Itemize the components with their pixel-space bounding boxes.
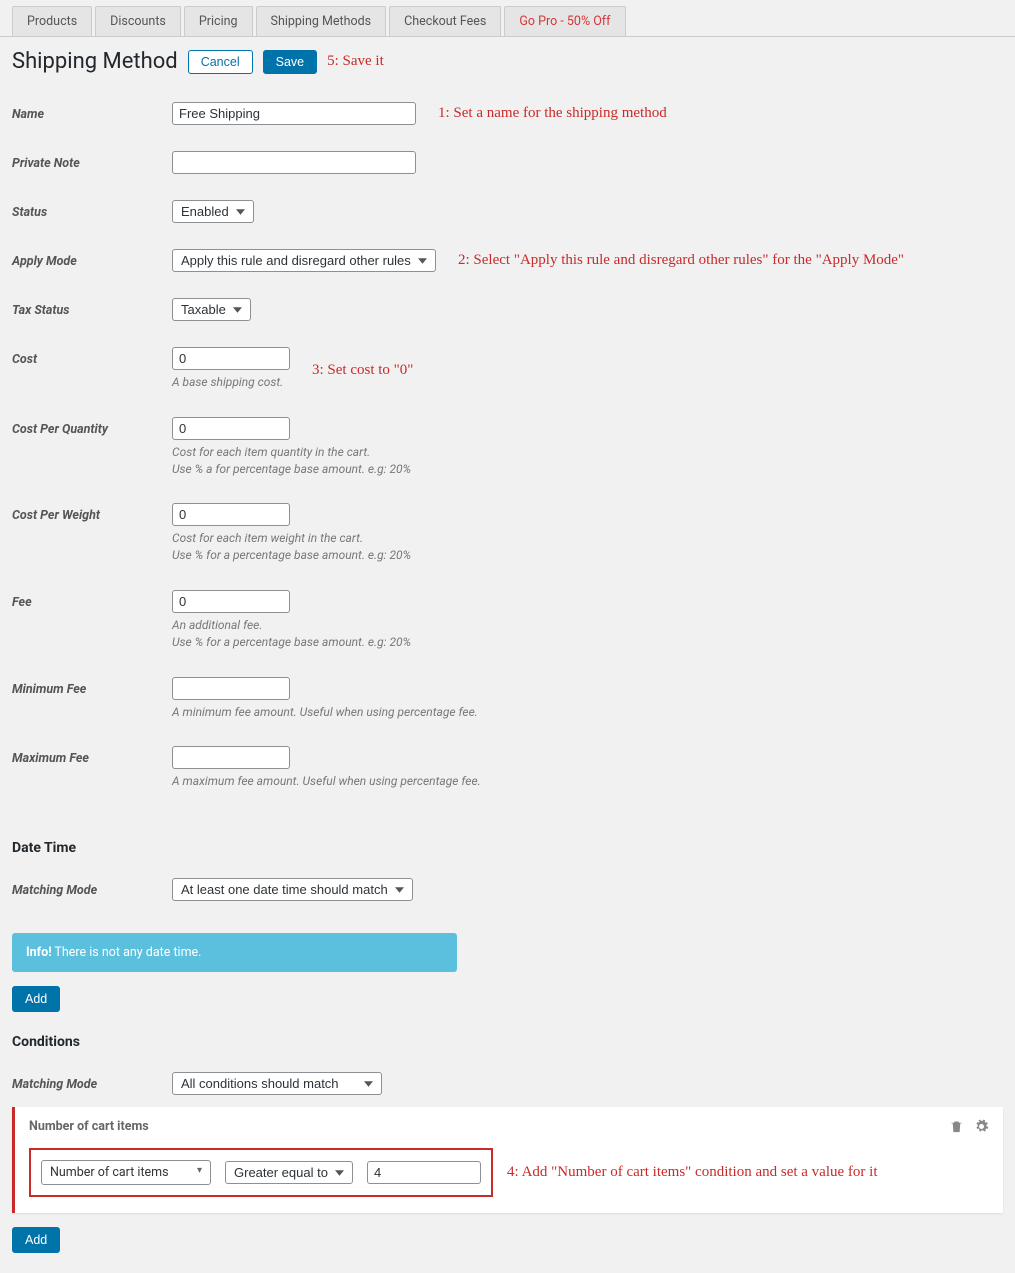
label-cost: Cost [12, 347, 172, 367]
label-cost-per-quantity: Cost Per Quantity [12, 417, 172, 437]
cancel-button[interactable]: Cancel [188, 50, 253, 74]
annotation-4: 4: Add "Number of cart items" condition … [507, 1164, 878, 1181]
condition-redbox: Number of cart items Greater equal to [29, 1148, 493, 1197]
tab-products[interactable]: Products [12, 6, 92, 36]
condition-title: Number of cart items [29, 1119, 149, 1134]
label-name: Name [12, 102, 172, 122]
fee-help2: Use % for a percentage base amount. e.g:… [172, 634, 411, 651]
tax-status-select[interactable]: Taxable [172, 298, 251, 321]
datetime-matching-mode-select[interactable]: At least one date time should match [172, 878, 413, 901]
cpq-help1: Cost for each item quantity in the cart. [172, 444, 411, 461]
max-fee-help: A maximum fee amount. Useful when using … [172, 773, 481, 790]
label-cost-per-weight: Cost Per Weight [12, 503, 172, 523]
label-tax-status: Tax Status [12, 298, 172, 318]
annotation-2: 2: Select "Apply this rule and disregard… [458, 252, 904, 269]
tab-discounts[interactable]: Discounts [95, 6, 181, 36]
page-title: Shipping Method [12, 49, 178, 74]
datetime-heading: Date Time [0, 810, 1015, 862]
tab-checkout-fees[interactable]: Checkout Fees [389, 6, 501, 36]
label-min-fee: Minimum Fee [12, 677, 172, 697]
cpw-help1: Cost for each item weight in the cart. [172, 530, 411, 547]
condition-field-select[interactable]: Number of cart items [41, 1160, 211, 1185]
tab-shipping-methods[interactable]: Shipping Methods [256, 6, 387, 36]
conditions-add-button[interactable]: Add [12, 1227, 60, 1253]
save-button[interactable]: Save [263, 50, 318, 74]
label-fee: Fee [12, 590, 172, 610]
info-label: Info! [26, 945, 52, 960]
condition-card: Number of cart items Number of cart item… [12, 1107, 1003, 1213]
max-fee-input[interactable] [172, 746, 290, 769]
cpq-help2: Use % a for percentage base amount. e.g:… [172, 461, 411, 478]
label-apply-mode: Apply Mode [12, 249, 172, 269]
gear-icon[interactable] [974, 1119, 989, 1134]
fee-help1: An additional fee. [172, 617, 411, 634]
label-max-fee: Maximum Fee [12, 746, 172, 766]
cpw-help2: Use % for a percentage base amount. e.g:… [172, 547, 411, 564]
condition-operator-select[interactable]: Greater equal to [225, 1161, 353, 1184]
tab-bar: Products Discounts Pricing Shipping Meth… [0, 0, 1015, 37]
trash-icon[interactable] [949, 1119, 964, 1134]
annotation-5: 5: Save it [327, 53, 384, 70]
annotation-1: 1: Set a name for the shipping method [438, 105, 667, 122]
cost-per-quantity-input[interactable] [172, 417, 290, 440]
status-select[interactable]: Enabled [172, 200, 254, 223]
min-fee-input[interactable] [172, 677, 290, 700]
info-text: There is not any date time. [52, 945, 202, 960]
label-private-note: Private Note [12, 151, 172, 171]
cost-input[interactable] [172, 347, 290, 370]
apply-mode-select[interactable]: Apply this rule and disregard other rule… [172, 249, 436, 272]
conditions-heading: Conditions [0, 1012, 1015, 1056]
tab-go-pro[interactable]: Go Pro - 50% Off [504, 6, 625, 36]
tab-pricing[interactable]: Pricing [184, 6, 253, 36]
datetime-info-box: Info! There is not any date time. [12, 933, 457, 972]
label-datetime-matching-mode: Matching Mode [12, 878, 172, 898]
min-fee-help: A minimum fee amount. Useful when using … [172, 704, 478, 721]
conditions-matching-mode-select[interactable]: All conditions should match [172, 1072, 382, 1095]
label-conditions-matching-mode: Matching Mode [12, 1072, 172, 1092]
label-status: Status [12, 200, 172, 220]
cost-help: A base shipping cost. [172, 374, 290, 391]
name-input[interactable] [172, 102, 416, 125]
annotation-3: 3: Set cost to "0" [312, 362, 413, 379]
condition-value-input[interactable] [367, 1161, 481, 1184]
cost-per-weight-input[interactable] [172, 503, 290, 526]
private-note-input[interactable] [172, 151, 416, 174]
datetime-add-button[interactable]: Add [12, 986, 60, 1012]
fee-input[interactable] [172, 590, 290, 613]
